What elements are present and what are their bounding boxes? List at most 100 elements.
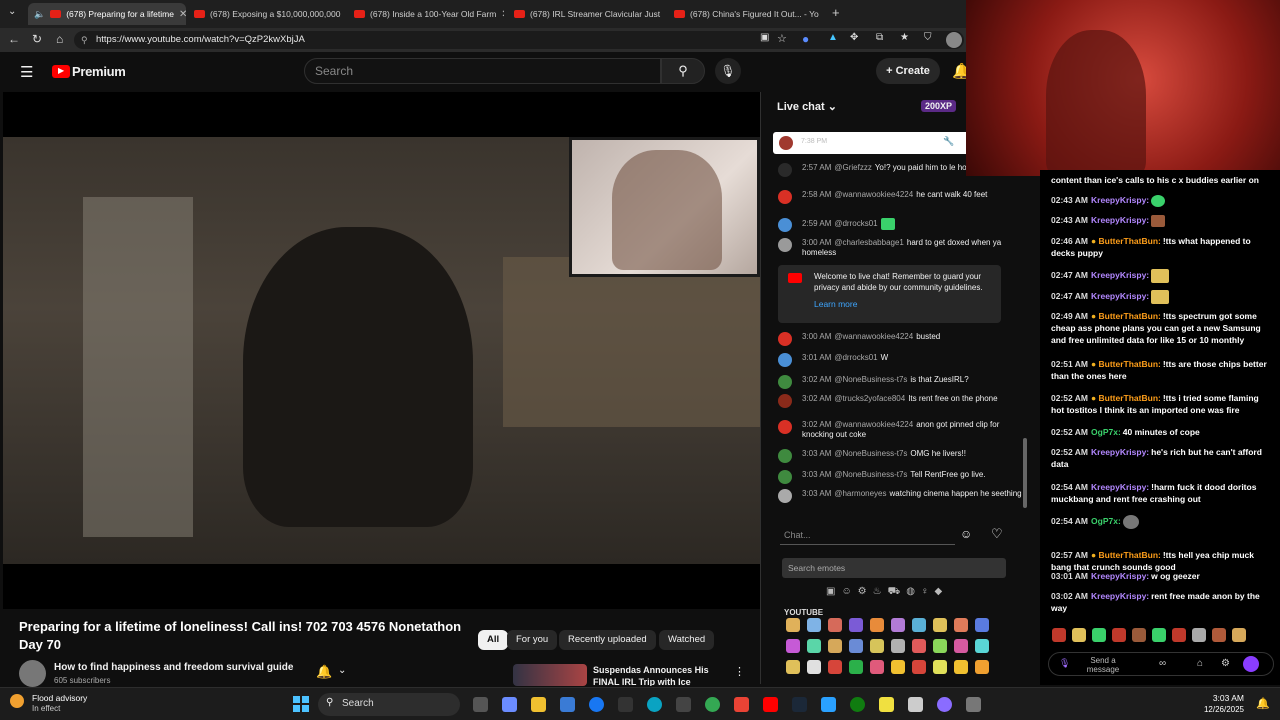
close-tab-icon[interactable]: ✕ <box>179 9 186 20</box>
emote-icon[interactable] <box>870 660 884 674</box>
emote-icon[interactable] <box>975 660 989 674</box>
user-avatar[interactable] <box>778 489 792 503</box>
file-explorer-icon[interactable] <box>531 697 546 712</box>
search-button[interactable]: ⚲ <box>661 58 705 84</box>
filter-chip-watched[interactable]: Watched <box>659 630 715 650</box>
browser-tab[interactable]: (678) IRL Streamer Clavicular Just ✕ <box>508 3 664 25</box>
more-vert-icon[interactable]: ⋮ <box>734 665 745 678</box>
xp-badge[interactable]: 200XP <box>921 100 957 112</box>
tray-icon[interactable] <box>966 697 981 712</box>
install-app-icon[interactable]: ▣ <box>760 32 769 43</box>
emote-icon[interactable] <box>807 639 821 653</box>
emote-icon[interactable] <box>786 639 800 653</box>
mail-icon[interactable] <box>734 697 749 712</box>
emote-icon[interactable] <box>786 618 800 632</box>
chrome-icon[interactable] <box>705 697 720 712</box>
chat-input[interactable]: Chat... <box>780 525 955 545</box>
emote-category-tabs[interactable]: ▣☺⚙♨⛟◍♀◆ <box>826 586 962 600</box>
bookmark-star-icon[interactable]: ☆ <box>777 32 787 45</box>
app-icon[interactable] <box>821 697 836 712</box>
chat-scrollbar[interactable] <box>1023 438 1027 508</box>
emote-icon[interactable] <box>975 639 989 653</box>
task-view-icon[interactable] <box>473 697 488 712</box>
user-avatar[interactable] <box>778 375 792 389</box>
emote-icon[interactable] <box>870 618 884 632</box>
user-avatar[interactable] <box>778 449 792 463</box>
emote-icon[interactable] <box>933 618 947 632</box>
new-tab-icon[interactable]: + <box>832 5 840 20</box>
emote-icon[interactable] <box>807 618 821 632</box>
steam-icon[interactable] <box>792 697 807 712</box>
facebook-icon[interactable] <box>589 697 604 712</box>
emote-icon[interactable] <box>891 660 905 674</box>
search-input[interactable]: Search <box>304 58 661 84</box>
emote-search-input[interactable]: Search emotes <box>782 558 1006 578</box>
terminal-icon[interactable] <box>676 697 691 712</box>
emote-icon[interactable] <box>954 639 968 653</box>
user-avatar[interactable] <box>778 218 792 232</box>
emote-icon[interactable] <box>828 660 842 674</box>
browser-tab[interactable]: 🔈 (678) Preparing for a lifetime ✕ <box>28 3 186 25</box>
smiley-category-icon[interactable]: ☺ <box>841 586 857 597</box>
channel-avatar[interactable] <box>19 660 46 687</box>
split-screen-icon[interactable]: ⧉ <box>876 32 883 43</box>
emote-icon[interactable] <box>870 639 884 653</box>
edge-icon[interactable] <box>647 697 662 712</box>
emote-icon[interactable] <box>786 660 800 674</box>
notes-icon[interactable] <box>879 697 894 712</box>
emote-icon[interactable] <box>891 618 905 632</box>
user-avatar[interactable] <box>778 394 792 408</box>
user-avatar[interactable] <box>778 238 792 252</box>
user-avatar[interactable] <box>778 470 792 484</box>
extensions-puzzle-icon[interactable]: ✥ <box>850 32 858 43</box>
tab-list-chevron-icon[interactable]: ⌄ <box>8 6 16 17</box>
emote-icon[interactable] <box>912 660 926 674</box>
weather-alert-icon[interactable] <box>10 694 24 708</box>
emote-icon[interactable] <box>933 639 947 653</box>
create-button[interactable]: + Create <box>876 58 940 84</box>
emote-icon[interactable] <box>849 639 863 653</box>
emote-icon[interactable] <box>807 660 821 674</box>
emote-icon[interactable] <box>849 618 863 632</box>
youtube-icon[interactable] <box>763 697 778 712</box>
amazon-icon[interactable] <box>618 697 633 712</box>
browser-tab[interactable]: (678) Inside a 100-Year Old Farm ✕ <box>348 3 504 25</box>
emote-icon[interactable] <box>933 660 947 674</box>
filter-chip-for-you[interactable]: For you <box>507 630 558 650</box>
site-info-icon[interactable]: ⚲ <box>81 31 88 49</box>
emote-icon[interactable] <box>828 639 842 653</box>
browser-tab[interactable]: (678) Exposing a $10,000,000,000 ✕ <box>188 3 344 25</box>
7tv-icon[interactable] <box>1243 656 1259 672</box>
emote-icon[interactable] <box>954 660 968 674</box>
favorites-icon[interactable]: ★ <box>900 32 909 43</box>
extension-icon[interactable]: ● <box>802 32 809 46</box>
emote-icon[interactable] <box>891 639 905 653</box>
xbox-icon[interactable] <box>850 697 865 712</box>
user-avatar[interactable] <box>778 163 792 177</box>
gear-category-icon[interactable]: ⚙ <box>858 586 873 597</box>
close-tab-icon[interactable]: ✕ <box>501 9 504 20</box>
browser-tab[interactable]: (678) China's Figured It Out... - Yo ✕ <box>668 3 824 25</box>
emoji-icon[interactable]: ☺ <box>960 527 972 541</box>
learn-more-link[interactable]: Learn more <box>814 299 993 310</box>
emote-icon[interactable] <box>954 618 968 632</box>
user-avatar[interactable] <box>778 353 792 367</box>
emote-icon[interactable] <box>975 618 989 632</box>
app-icon[interactable] <box>908 697 923 712</box>
user-avatar[interactable] <box>778 332 792 346</box>
diamond-category-icon[interactable]: ◆ <box>934 586 948 597</box>
voice-search-button[interactable]: 🎙 <box>715 58 741 84</box>
filter-chip-all[interactable]: All <box>478 630 509 650</box>
emote-icon[interactable] <box>912 618 926 632</box>
profile-avatar[interactable] <box>946 32 962 48</box>
notification-bell-icon[interactable]: 🔔 <box>316 664 332 680</box>
emote-icon[interactable] <box>828 618 842 632</box>
channel-name[interactable]: How to find happiness and freedom surviv… <box>54 662 293 673</box>
extension-icon[interactable]: ▲ <box>828 32 838 43</box>
live-chat-header[interactable]: Live chat ⌄ <box>777 100 837 113</box>
user-avatar[interactable] <box>778 190 792 204</box>
emote-icon[interactable] <box>849 660 863 674</box>
taskbar-search[interactable]: ⚲ Search <box>318 693 460 716</box>
car-category-icon[interactable]: ⛟ <box>888 586 907 597</box>
heart-icon[interactable]: ♡ <box>991 526 1003 542</box>
